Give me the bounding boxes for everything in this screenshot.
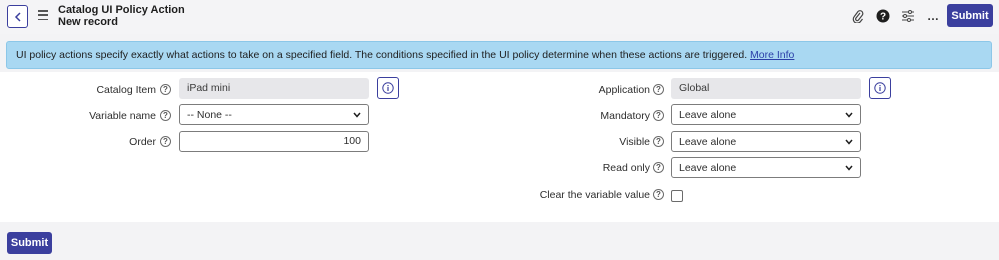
hamburger-menu-icon[interactable] — [38, 10, 48, 20]
info-icon — [382, 82, 394, 94]
application-help-icon[interactable]: ? — [653, 84, 664, 95]
page-subtitle: New record — [58, 16, 118, 28]
info-banner: UI policy actions specify exactly what a… — [6, 41, 992, 69]
read-only-label: Read only — [602, 162, 650, 174]
page-title: Catalog UI Policy Action — [58, 4, 185, 16]
svg-text:?: ? — [880, 12, 886, 23]
clear-value-help-icon[interactable]: ? — [653, 189, 664, 200]
application-field: Global — [671, 78, 861, 99]
variable-name-help-icon[interactable]: ? — [160, 110, 171, 121]
read-only-help-icon[interactable]: ? — [653, 162, 664, 173]
mandatory-select[interactable]: Leave alone — [671, 104, 861, 125]
catalog-item-label: Catalog Item — [96, 84, 156, 96]
variable-name-value: -- None -- — [187, 108, 232, 121]
form-body: Catalog Item ? iPad mini Variable name ?… — [0, 72, 999, 222]
variable-name-select[interactable]: -- None -- — [179, 104, 369, 125]
read-only-select[interactable]: Leave alone — [671, 157, 861, 178]
catalog-item-info-button[interactable] — [377, 77, 399, 99]
mandatory-label: Mandatory — [600, 110, 650, 122]
submit-button-top[interactable]: Submit — [947, 4, 993, 27]
chevron-down-icon — [845, 139, 853, 145]
paperclip-icon[interactable] — [850, 8, 866, 24]
visible-help-icon[interactable]: ? — [653, 136, 664, 147]
order-help-icon[interactable]: ? — [160, 136, 171, 147]
order-input[interactable]: 100 — [179, 131, 369, 152]
visible-label: Visible — [619, 136, 650, 148]
visible-value: Leave alone — [679, 135, 737, 148]
clear-value-label: Clear the variable value — [539, 189, 650, 201]
application-label: Application — [598, 84, 650, 96]
info-icon — [874, 82, 886, 94]
order-label: Order — [129, 136, 156, 148]
chevron-down-icon — [353, 112, 361, 118]
banner-text: UI policy actions specify exactly what a… — [16, 49, 748, 61]
chevron-down-icon — [845, 165, 853, 171]
catalog-item-field: iPad mini — [179, 78, 369, 99]
form-header: Catalog UI Policy Action New record ? … … — [0, 0, 999, 34]
more-options-icon[interactable]: … — [925, 8, 941, 24]
settings-sliders-icon[interactable] — [900, 8, 916, 24]
help-icon[interactable]: ? — [875, 8, 891, 24]
chevron-down-icon — [845, 112, 853, 118]
mandatory-value: Leave alone — [679, 108, 737, 121]
more-info-link[interactable]: More Info — [750, 49, 794, 61]
application-info-button[interactable] — [869, 77, 891, 99]
chevron-left-icon — [14, 11, 21, 22]
mandatory-help-icon[interactable]: ? — [653, 110, 664, 121]
variable-name-label: Variable name — [89, 110, 156, 122]
visible-select[interactable]: Leave alone — [671, 131, 861, 152]
clear-value-checkbox[interactable] — [671, 190, 683, 202]
submit-button-bottom[interactable]: Submit — [7, 232, 52, 254]
read-only-value: Leave alone — [679, 161, 737, 174]
back-button[interactable] — [7, 5, 28, 28]
title-block: Catalog UI Policy Action New record — [58, 4, 185, 28]
catalog-item-help-icon[interactable]: ? — [160, 84, 171, 95]
